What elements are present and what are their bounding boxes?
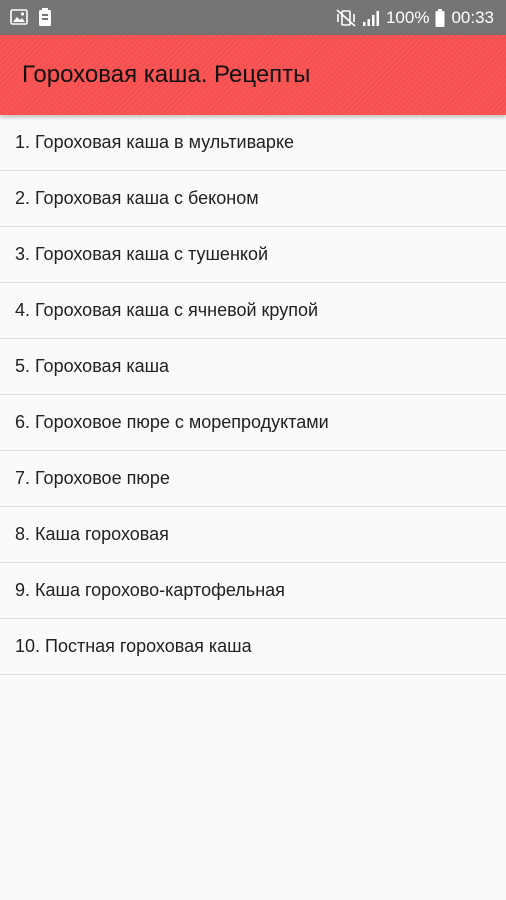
recipe-item-5[interactable]: 5. Гороховая каша — [0, 339, 506, 395]
recipe-item-3[interactable]: 3. Гороховая каша с тушенкой — [0, 227, 506, 283]
recipe-item-7[interactable]: 7. Гороховое пюре — [0, 451, 506, 507]
page-title: Гороховая каша. Рецепты — [22, 61, 311, 88]
vibrate-icon — [336, 8, 356, 27]
status-right-icons: 100% 00:33 — [336, 0, 494, 35]
battery-percentage: 100% — [385, 7, 430, 27]
status-bar: 100% 00:33 — [0, 0, 506, 35]
image-icon — [10, 9, 28, 25]
recipe-item-1[interactable]: 1. Гороховая каша в мультиварке — [0, 115, 506, 171]
recipe-item-2[interactable]: 2. Гороховая каша с беконом — [0, 171, 506, 227]
recipe-list: 1. Гороховая каша в мультиварке 2. Горох… — [0, 115, 506, 675]
battery-icon — [435, 8, 445, 27]
recipe-item-8[interactable]: 8. Каша гороховая — [0, 507, 506, 563]
signal-icon — [362, 9, 380, 27]
battery-saver-icon — [38, 8, 52, 26]
app-bar: Гороховая каша. Рецепты — [0, 35, 506, 115]
recipe-item-9[interactable]: 9. Каша горохово-картофельная — [0, 563, 506, 619]
status-left-icons — [10, 8, 52, 26]
recipe-item-6[interactable]: 6. Гороховое пюре с морепродуктами — [0, 395, 506, 451]
clock: 00:33 — [451, 7, 494, 27]
recipe-item-10[interactable]: 10. Постная гороховая каша — [0, 619, 506, 675]
recipe-item-4[interactable]: 4. Гороховая каша с ячневой крупой — [0, 283, 506, 339]
